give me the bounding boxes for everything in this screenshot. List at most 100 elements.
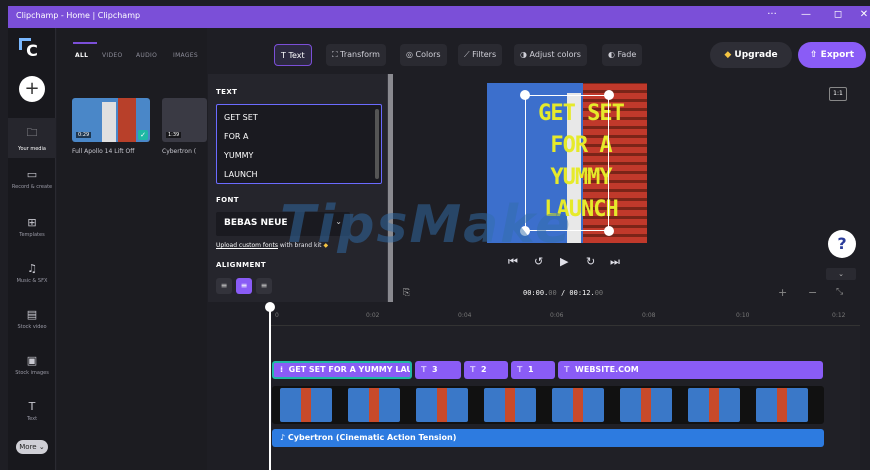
- music-icon: ♪: [280, 433, 286, 442]
- text-line: FOR A: [224, 132, 249, 141]
- media-thumb-apollo[interactable]: 0:29 ✓: [72, 98, 150, 142]
- rail-item-record[interactable]: ▭ Record & create: [8, 164, 56, 204]
- create-new-button[interactable]: +: [19, 76, 45, 102]
- ruler-tick: 0:10: [736, 312, 750, 319]
- maximize-icon[interactable]: ◻: [830, 9, 846, 20]
- export-button[interactable]: ⇧ Export: [798, 42, 866, 68]
- film-icon: ▤: [26, 308, 38, 321]
- check-icon: ✓: [138, 130, 148, 140]
- text-line: YUMMY: [224, 151, 254, 160]
- more-button[interactable]: More ⌄: [16, 440, 48, 454]
- video-frame: [620, 388, 672, 422]
- ruler-tick: 0:12: [832, 312, 846, 319]
- text-content-input[interactable]: GET SET FOR A YUMMY LAUNCH: [216, 104, 382, 184]
- text-line: GET SET: [224, 113, 258, 122]
- watermark: TipsMake: [280, 195, 573, 255]
- text-clip-1[interactable]: T 1: [511, 361, 555, 379]
- ruler-tick: 0:04: [458, 312, 472, 319]
- minimize-icon[interactable]: —: [798, 9, 814, 20]
- text-tool-icon: T: [281, 51, 286, 60]
- active-tab-indicator: [73, 42, 97, 44]
- adjust-icon: ◑: [520, 50, 527, 59]
- ruler-tick: 0:06: [550, 312, 564, 319]
- folder-icon: 🗀: [26, 126, 38, 139]
- text-clip-website[interactable]: T WEBSITE.COM: [558, 361, 823, 379]
- text-label: TEXT: [216, 88, 238, 96]
- timeline-ruler[interactable]: 0 0:02 0:04 0:06 0:08 0:10 0:12: [270, 304, 860, 326]
- rewind-icon[interactable]: ↺: [534, 255, 543, 268]
- fit-timeline-icon[interactable]: ⤡: [836, 287, 843, 297]
- close-icon[interactable]: ✕: [856, 9, 870, 20]
- forward-icon[interactable]: ↻: [586, 255, 595, 268]
- video-frame: [552, 388, 604, 422]
- media-thumb-cybertron[interactable]: 1:39: [162, 98, 207, 142]
- video-frame: [756, 388, 808, 422]
- rail-item-templates[interactable]: ⊞ Templates: [8, 212, 56, 248]
- rail-item-stock-images[interactable]: ▣ Stock images: [8, 350, 56, 386]
- text-clip-3[interactable]: T 3: [415, 361, 461, 379]
- video-frame: [348, 388, 400, 422]
- tool-text-button[interactable]: T Text: [274, 44, 312, 66]
- tab-all[interactable]: ALL: [75, 52, 88, 59]
- templates-icon: ⊞: [27, 216, 37, 229]
- ruler-tick: 0: [275, 312, 279, 319]
- audio-track[interactable]: ♪ Cybertron (Cinematic Action Tension): [272, 429, 824, 447]
- collapse-chevron-icon[interactable]: ⌄: [826, 268, 856, 280]
- camera-icon: ▭: [26, 168, 38, 181]
- rail-item-text[interactable]: T Text: [8, 396, 56, 432]
- media-name-apollo: Full Apollo 14 Lift Off: [72, 148, 135, 155]
- tab-video[interactable]: VIDEO: [102, 52, 123, 59]
- video-frame: [484, 388, 536, 422]
- video-track[interactable]: [272, 386, 824, 424]
- zoom-in-icon[interactable]: +: [778, 286, 787, 299]
- left-rail: C + 🗀 Your media ▭ Record & create ⊞ Tem…: [8, 28, 56, 470]
- zoom-out-icon[interactable]: −: [808, 286, 817, 299]
- font-value: BEBAS NEUE: [224, 218, 288, 228]
- skip-forward-icon[interactable]: ⏭: [610, 255, 620, 269]
- rail-item-music[interactable]: ♫ Music & SFX: [8, 258, 56, 294]
- panel-scrollbar[interactable]: [388, 74, 393, 302]
- play-icon[interactable]: ▶: [560, 255, 568, 268]
- ruler-tick: 0:08: [642, 312, 656, 319]
- upload-icon: ⇧: [809, 50, 818, 60]
- skip-back-icon[interactable]: ⏮: [508, 255, 518, 269]
- ruler-tick: 0:02: [366, 312, 380, 319]
- timeline-header: ⎘ 00:00.00 / 00:12.00 + − ⤡: [208, 284, 870, 304]
- filters-icon: ⟋: [464, 50, 470, 59]
- resize-handle[interactable]: [520, 90, 530, 100]
- text-clip-icon: T: [421, 365, 427, 374]
- image-icon: ▣: [26, 354, 38, 367]
- text-icon: T: [28, 400, 36, 413]
- aspect-ratio-button[interactable]: 1:1: [829, 87, 847, 101]
- help-button[interactable]: ?: [828, 230, 856, 258]
- tab-audio[interactable]: AUDIO: [136, 52, 157, 59]
- upload-fonts-link[interactable]: Upload custom fonts: [216, 242, 278, 249]
- more-options-icon[interactable]: ···: [764, 9, 780, 20]
- tab-images[interactable]: IMAGES: [173, 52, 198, 59]
- rail-item-your-media[interactable]: 🗀 Your media: [8, 118, 56, 158]
- resize-handle[interactable]: [604, 226, 614, 236]
- tool-colors-button[interactable]: ◎ Colors: [400, 44, 447, 66]
- font-label: FONT: [216, 196, 239, 204]
- split-icon[interactable]: ⎘: [403, 288, 410, 298]
- video-frame: [280, 388, 332, 422]
- rail-item-stock-video[interactable]: ▤ Stock video: [8, 304, 56, 340]
- textarea-scrollbar[interactable]: [375, 109, 379, 179]
- text-clip-main[interactable]: ⁞ GET SET FOR A YUMMY LAU: [272, 361, 412, 379]
- tool-adjust-colors-button[interactable]: ◑ Adjust colors: [514, 44, 587, 66]
- fade-icon: ◐: [608, 50, 615, 59]
- window-title: Clipchamp - Home | Clipchamp: [16, 11, 141, 20]
- resize-handle[interactable]: [604, 90, 614, 100]
- playhead[interactable]: [265, 302, 275, 470]
- text-clip-2[interactable]: T 2: [464, 361, 508, 379]
- colors-icon: ◎: [406, 50, 413, 59]
- tool-fade-button[interactable]: ◐ Fade: [602, 44, 643, 66]
- text-clip-icon: T: [564, 365, 570, 374]
- tool-filters-button[interactable]: ⟋ Filters: [458, 44, 503, 66]
- tower-image: [118, 98, 136, 142]
- tool-transform-button[interactable]: ⛶ Transform: [326, 44, 386, 66]
- text-panel: TEXT GET SET FOR A YUMMY LAUNCH FONT BEB…: [208, 74, 393, 302]
- upgrade-button[interactable]: ◆ Upgrade: [710, 42, 792, 68]
- drag-handle-icon[interactable]: ⁞: [280, 365, 283, 374]
- rocket-image: [102, 102, 116, 142]
